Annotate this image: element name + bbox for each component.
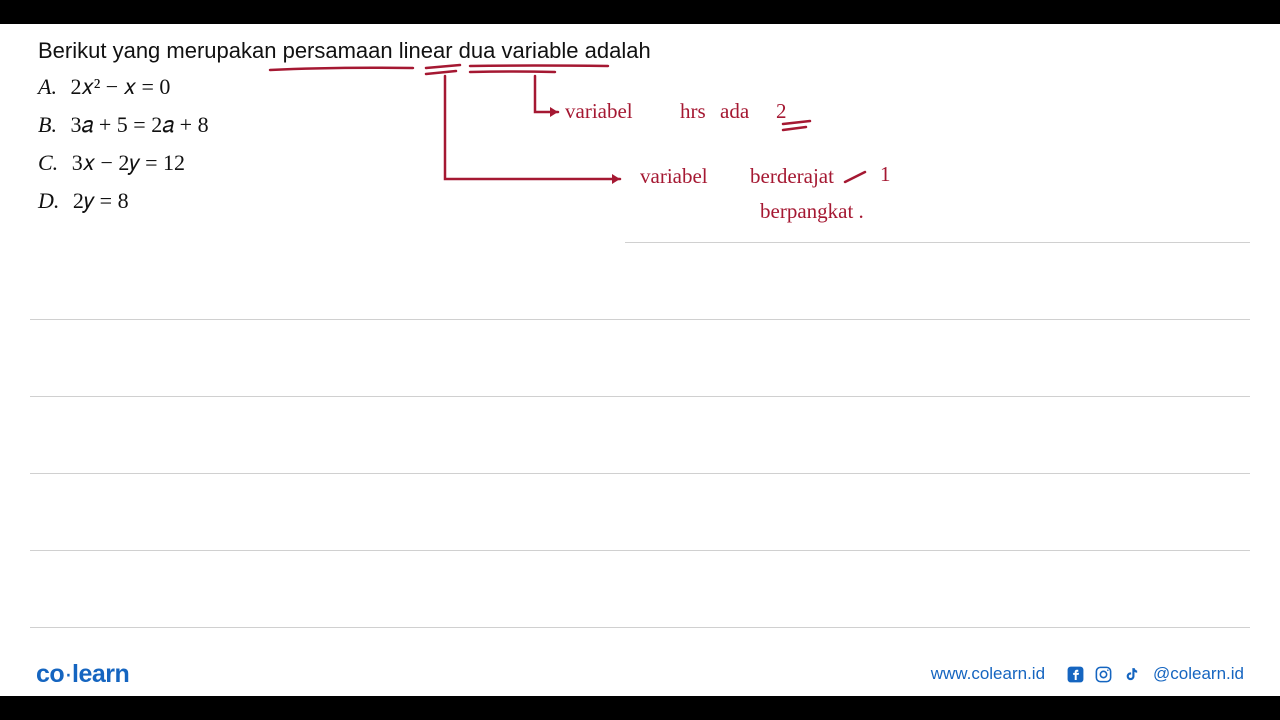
letterbox-bottom — [0, 696, 1280, 720]
option-b: B. 3𝑎 + 5 = 2𝑎 + 8 — [38, 112, 209, 138]
logo-dot: · — [64, 660, 72, 688]
whiteboard-content: Berikut yang merupakan persamaan linear … — [0, 24, 1280, 696]
option-d-equation: 2𝑦 = 8 — [73, 188, 129, 213]
colearn-logo: co·learn — [36, 660, 129, 689]
tiktok-icon — [1121, 664, 1141, 684]
facebook-icon — [1065, 664, 1085, 684]
option-c-letter: C. — [38, 150, 58, 175]
answer-options: A. 2𝑥² − 𝑥 = 0 B. 3𝑎 + 5 = 2𝑎 + 8 C. 3𝑥 … — [38, 74, 209, 226]
annotation-text-berderajat: berderajat — [750, 164, 834, 189]
annotation-text-variabel-2: variabel — [640, 164, 708, 189]
option-c: C. 3𝑥 − 2𝑦 = 12 — [38, 150, 209, 176]
annotation-text-1: 1 — [880, 162, 891, 187]
option-a-equation: 2𝑥² − 𝑥 = 0 — [70, 74, 170, 99]
question-text: Berikut yang merupakan persamaan linear … — [38, 38, 651, 64]
footer-url: www.colearn.id — [931, 664, 1045, 684]
ruled-line — [30, 627, 1250, 628]
logo-learn: learn — [72, 660, 129, 688]
annotation-text-2: 2 — [776, 99, 787, 124]
ruled-line — [30, 396, 1250, 397]
logo-co: co — [36, 660, 64, 688]
ruled-line — [30, 550, 1250, 551]
annotation-text-berpangkat: berpangkat . — [760, 199, 864, 224]
option-b-letter: B. — [38, 112, 57, 137]
annotation-text-hrs: hrs — [680, 99, 706, 124]
footer-socials: www.colearn.id @colearn.id — [931, 664, 1244, 684]
letterbox-top — [0, 0, 1280, 24]
annotation-text-ada: ada — [720, 99, 749, 124]
annotation-text-variabel-1: variabel — [565, 99, 633, 124]
instagram-icon — [1093, 664, 1113, 684]
ruled-line — [30, 473, 1250, 474]
ruled-line — [625, 242, 1250, 243]
option-d-letter: D. — [38, 188, 59, 213]
footer-handle: @colearn.id — [1153, 664, 1244, 684]
ruled-line — [30, 319, 1250, 320]
footer-bar: co·learn www.colearn.id @colearn.id — [0, 652, 1280, 696]
option-b-equation: 3𝑎 + 5 = 2𝑎 + 8 — [70, 112, 208, 137]
option-a: A. 2𝑥² − 𝑥 = 0 — [38, 74, 209, 100]
option-c-equation: 3𝑥 − 2𝑦 = 12 — [72, 150, 185, 175]
option-a-letter: A. — [38, 74, 57, 99]
option-d: D. 2𝑦 = 8 — [38, 188, 209, 214]
